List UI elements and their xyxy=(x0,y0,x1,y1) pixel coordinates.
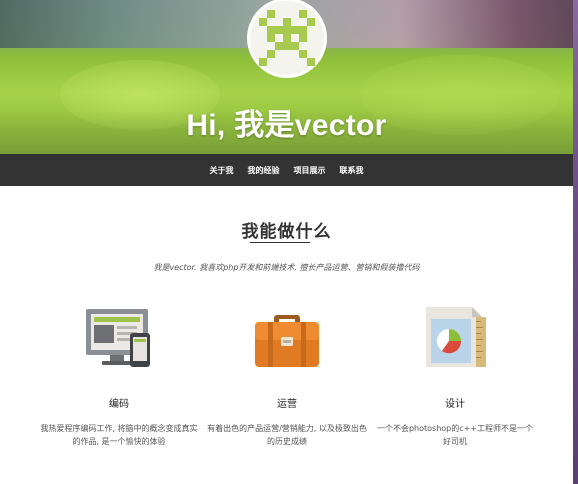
hero-banner: Hi, 我是vector xyxy=(0,0,573,154)
feature-icon-wrap xyxy=(202,305,372,373)
section-intro: 我是vector. 我喜欢php开发和前端技术. 擅长产品运营、营销和假装撸代码 xyxy=(153,263,420,272)
avatar xyxy=(247,0,327,78)
briefcase-icon xyxy=(255,315,319,367)
nav-item-contact[interactable]: 联系我 xyxy=(340,165,364,176)
pixel-robot-icon xyxy=(259,10,315,66)
nav-item-projects[interactable]: 项目展示 xyxy=(294,165,326,176)
hero-title: Hi, 我是vector xyxy=(186,109,387,142)
feature-title: 运营 xyxy=(277,399,297,410)
nav-item-experience[interactable]: 我的经验 xyxy=(248,165,280,176)
section-title: 我能做什么 xyxy=(241,222,332,242)
monitor-phone-icon xyxy=(86,309,150,367)
chart-document-icon xyxy=(426,307,486,367)
feature-coding: 编码 我热爱程序编码工作, 将脑中的概念变成真实的作品, 是一个愉快的体验 xyxy=(34,305,204,448)
feature-title: 设计 xyxy=(445,399,465,410)
main-nav: 关于我 我的经验 项目展示 联系我 xyxy=(0,154,573,186)
feature-description: 一个不会photoshop的c++工程师不是一个好司机 xyxy=(376,424,534,446)
feature-icon-wrap xyxy=(370,305,540,373)
feature-design: 设计 一个不会photoshop的c++工程师不是一个好司机 xyxy=(370,305,540,448)
title-divider xyxy=(250,242,310,243)
feature-icon-wrap xyxy=(34,305,204,373)
window-edge xyxy=(573,0,578,484)
feature-description: 有着出色的产品运营/营销能力, 以及极致出色的历史成绩 xyxy=(207,424,367,446)
feature-description: 我热爱程序编码工作, 将脑中的概念变成真实的作品, 是一个愉快的体验 xyxy=(40,424,198,446)
nav-item-about[interactable]: 关于我 xyxy=(210,165,234,176)
feature-operations: 运营 有着出色的产品运营/营销能力, 以及极致出色的历史成绩 xyxy=(202,305,372,448)
feature-title: 编码 xyxy=(109,399,129,410)
